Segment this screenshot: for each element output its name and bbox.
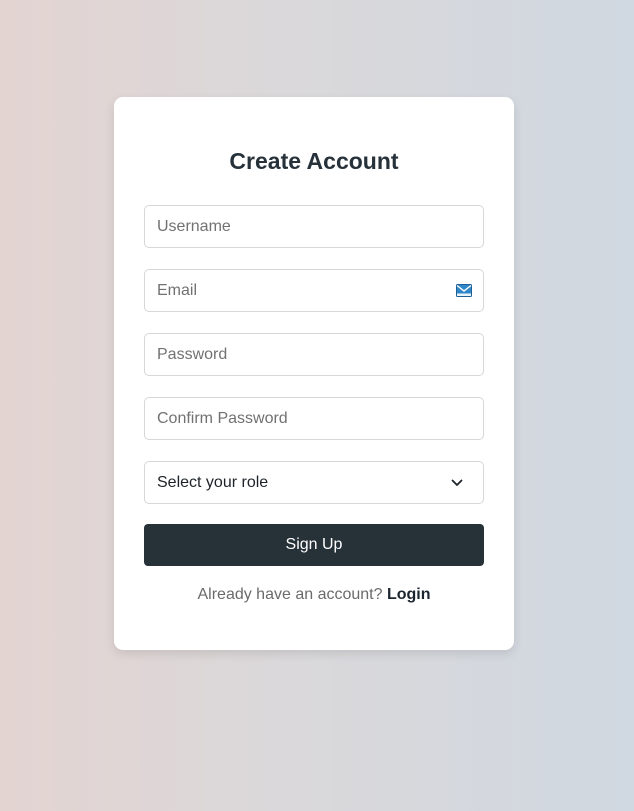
login-prompt-text: Already have an account? xyxy=(197,586,383,603)
signup-card: Create Account Username Email Password C… xyxy=(114,97,514,650)
email-field[interactable]: Email xyxy=(144,269,484,312)
username-field[interactable]: Username xyxy=(144,205,484,248)
chevron-down-icon xyxy=(447,473,467,493)
role-select[interactable]: Select your role xyxy=(144,461,484,504)
password-field[interactable]: Password xyxy=(144,333,484,376)
login-link[interactable]: Login xyxy=(387,586,431,603)
password-placeholder: Password xyxy=(157,345,228,363)
username-placeholder: Username xyxy=(157,217,231,235)
confirm-password-field[interactable]: Confirm Password xyxy=(144,397,484,440)
page-title: Create Account xyxy=(229,148,399,174)
mail-icon xyxy=(456,284,472,297)
login-prompt: Already have an account? Login xyxy=(114,585,514,605)
confirm-password-placeholder: Confirm Password xyxy=(157,409,288,427)
sign-up-button[interactable]: Sign Up xyxy=(144,524,484,566)
role-select-value: Select your role xyxy=(157,473,269,491)
email-placeholder: Email xyxy=(157,281,198,299)
